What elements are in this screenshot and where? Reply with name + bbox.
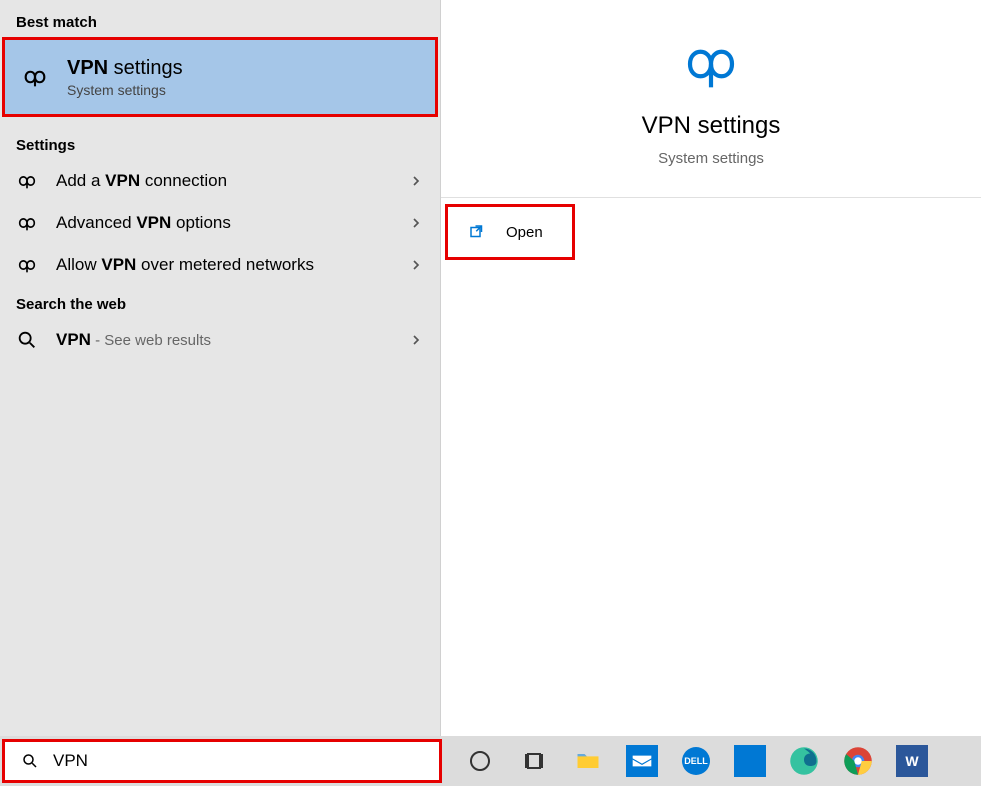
settings-header: Settings bbox=[0, 127, 440, 160]
search-icon bbox=[16, 329, 38, 351]
search-results-pane: Best match VPN settings System settings … bbox=[0, 0, 440, 736]
vpn-icon bbox=[16, 170, 38, 192]
mail-icon bbox=[626, 745, 658, 777]
details-title: VPN settings bbox=[441, 112, 981, 140]
cortana-button[interactable] bbox=[460, 741, 500, 781]
chrome-icon bbox=[843, 746, 873, 776]
chevron-right-icon bbox=[408, 215, 424, 231]
vpn-icon bbox=[16, 254, 38, 276]
best-match-vpn-settings[interactable]: VPN settings System settings bbox=[2, 37, 438, 117]
task-view-button[interactable] bbox=[514, 741, 554, 781]
search-web-header: Search the web bbox=[0, 286, 440, 319]
mail-button[interactable] bbox=[622, 741, 662, 781]
chevron-right-icon bbox=[408, 173, 424, 189]
open-button[interactable]: Open bbox=[445, 204, 575, 260]
word-button[interactable]: W bbox=[892, 741, 932, 781]
search-icon bbox=[21, 752, 39, 770]
open-icon bbox=[468, 223, 486, 241]
chevron-right-icon bbox=[408, 332, 424, 348]
file-explorer-button[interactable] bbox=[568, 741, 608, 781]
chevron-right-icon bbox=[408, 257, 424, 273]
details-subtitle: System settings bbox=[441, 150, 981, 167]
settings-item-add-vpn[interactable]: Add a VPN connection bbox=[0, 160, 440, 202]
settings-item-vpn-metered[interactable]: Allow VPN over metered networks bbox=[0, 244, 440, 286]
best-match-text: VPN settings System settings bbox=[67, 57, 183, 98]
details-pane: VPN settings System settings Open bbox=[440, 0, 981, 736]
vpn-icon bbox=[683, 36, 739, 92]
web-item-vpn[interactable]: VPN - See web results bbox=[0, 319, 440, 361]
search-input[interactable] bbox=[51, 750, 439, 772]
best-match-header: Best match bbox=[0, 4, 440, 37]
taskbar: DELL W bbox=[0, 736, 981, 786]
taskbar-search[interactable] bbox=[2, 739, 442, 783]
details-header: VPN settings System settings bbox=[441, 0, 981, 198]
edge-button[interactable] bbox=[784, 741, 824, 781]
vpn-icon bbox=[21, 63, 49, 91]
app-tile-button[interactable] bbox=[730, 741, 770, 781]
settings-item-advanced-vpn[interactable]: Advanced VPN options bbox=[0, 202, 440, 244]
vpn-icon bbox=[16, 212, 38, 234]
folder-icon bbox=[573, 747, 603, 775]
edge-icon bbox=[789, 746, 819, 776]
open-label: Open bbox=[506, 224, 543, 241]
task-view-icon bbox=[522, 749, 546, 773]
chrome-button[interactable] bbox=[838, 741, 878, 781]
dell-app-button[interactable]: DELL bbox=[676, 741, 716, 781]
circle-icon bbox=[468, 749, 492, 773]
